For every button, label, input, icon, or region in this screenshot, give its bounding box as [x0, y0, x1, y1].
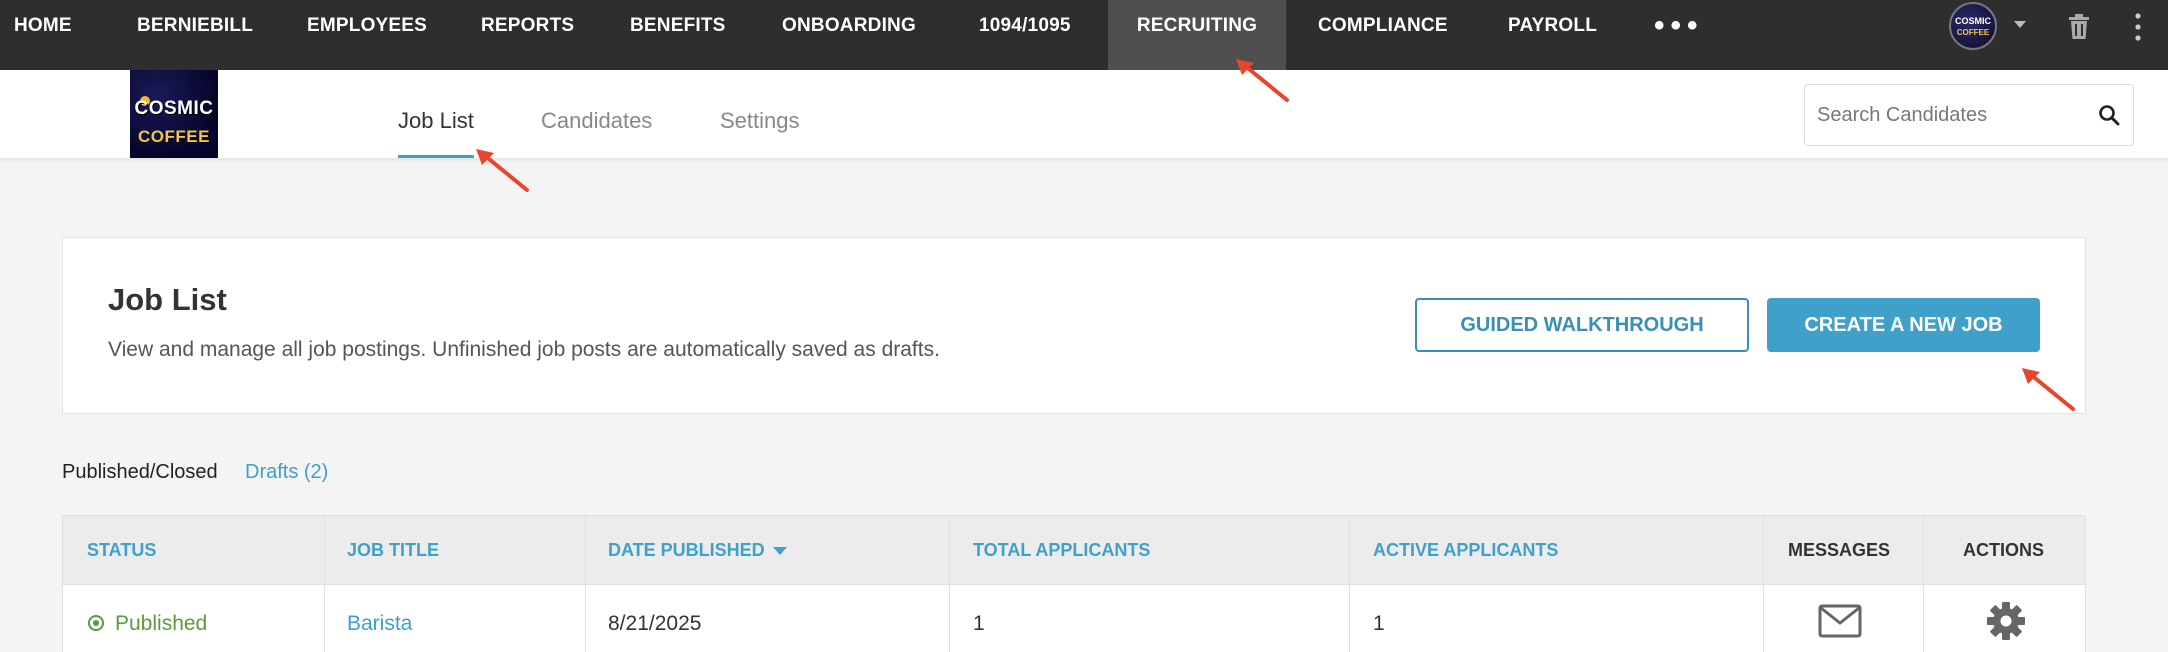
create-new-job-button[interactable]: CREATE A NEW JOB: [1767, 298, 2040, 352]
column-header-actions: ACTIONS: [1963, 540, 2044, 560]
column-divider: [1763, 515, 1764, 652]
nav-item-reports[interactable]: REPORTS: [481, 0, 574, 70]
row-date-published: 8/21/2025: [608, 612, 702, 635]
avatar-line1: COSMIC: [1955, 16, 1991, 26]
filter-drafts[interactable]: Drafts (2): [245, 461, 328, 484]
row-status: Published: [115, 612, 208, 635]
row-active-applicants: 1: [1373, 612, 1385, 635]
tab-job-list[interactable]: Job List: [398, 108, 474, 134]
search-input[interactable]: [1817, 99, 2087, 131]
nav-item-onboarding[interactable]: ONBOARDING: [782, 0, 916, 70]
annotation-arrow-icon: [2022, 368, 2075, 411]
status-published-icon: [88, 615, 104, 631]
avatar[interactable]: COSMIC COFFEE: [1949, 2, 1997, 50]
page-title: Job List: [108, 282, 227, 317]
mail-icon[interactable]: [1818, 604, 1862, 638]
nav-item-1094-1095[interactable]: 1094/1095: [979, 0, 1071, 70]
nav-more-button[interactable]: •••: [1654, 0, 1704, 70]
tab-settings[interactable]: Settings: [720, 108, 800, 134]
company-logo: COSMIC COFFEE: [130, 70, 218, 158]
guided-walkthrough-button[interactable]: GUIDED WALKTHROUGH: [1415, 298, 1749, 352]
logo-line1: COSMIC: [134, 98, 214, 119]
column-header-status[interactable]: STATUS: [87, 540, 156, 561]
nav-item-payroll[interactable]: PAYROLL: [1508, 0, 1597, 70]
nav-item-berniebill[interactable]: BERNIEBILL: [137, 0, 253, 70]
row-job-title-link[interactable]: Barista: [347, 612, 412, 636]
column-header-job-title[interactable]: JOB TITLE: [347, 540, 439, 561]
column-header-date-published[interactable]: DATE PUBLISHED: [608, 540, 765, 561]
sort-desc-icon[interactable]: [773, 547, 787, 555]
column-header-messages: MESSAGES: [1788, 540, 1891, 560]
filter-published-closed[interactable]: Published/Closed: [62, 461, 218, 484]
annotation-arrow-icon: [1236, 59, 1289, 102]
column-header-total-applicants[interactable]: TOTAL APPLICANTS: [973, 540, 1150, 561]
column-divider: [585, 515, 586, 652]
tab-candidates[interactable]: Candidates: [541, 108, 652, 134]
nav-item-home[interactable]: HOME: [14, 0, 72, 70]
kebab-icon[interactable]: [2133, 12, 2143, 42]
search-box: [1804, 84, 2134, 146]
avatar-line2: COFFEE: [1956, 28, 1990, 37]
logo-line2: COFFEE: [138, 127, 210, 146]
gear-icon[interactable]: [1986, 601, 2026, 641]
column-header-active-applicants[interactable]: ACTIVE APPLICANTS: [1373, 540, 1558, 561]
chevron-down-icon[interactable]: [2014, 21, 2026, 28]
column-divider: [1349, 515, 1350, 652]
column-divider: [1923, 515, 1924, 652]
nav-item-compliance[interactable]: COMPLIANCE: [1318, 0, 1448, 70]
annotation-arrow-icon: [476, 149, 529, 192]
top-nav: HOME BERNIEBILL EMPLOYEES REPORTS BENEFI…: [0, 0, 2168, 70]
search-icon[interactable]: [2098, 104, 2120, 126]
page-description: View and manage all job postings. Unfini…: [108, 338, 940, 361]
nav-item-employees[interactable]: EMPLOYEES: [307, 0, 427, 70]
active-tab-underline: [398, 155, 474, 158]
row-total-applicants: 1: [973, 612, 985, 635]
nav-item-benefits[interactable]: BENEFITS: [630, 0, 726, 70]
column-divider: [324, 515, 325, 652]
column-divider: [949, 515, 950, 652]
trash-icon[interactable]: [2068, 14, 2090, 40]
